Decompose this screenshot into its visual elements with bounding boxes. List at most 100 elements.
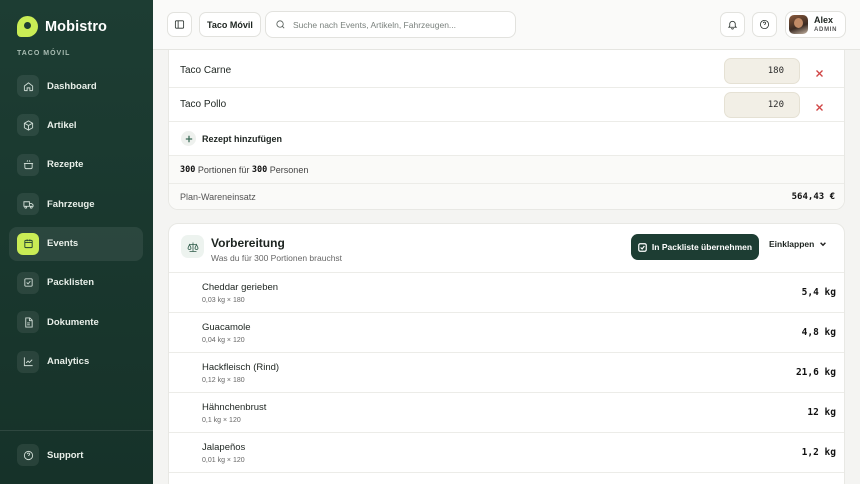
sidebar-item-label: Dashboard: [47, 80, 97, 92]
ingredient-total: 4,8 kg: [801, 327, 836, 338]
ingredient-total: 21,6 kg: [795, 367, 836, 378]
planned-cost-value: 564,43 €: [791, 192, 835, 202]
collapse-label: Einklappen: [769, 239, 815, 249]
search-bar[interactable]: [265, 11, 516, 38]
sidebar-item-fahrzeuge[interactable]: Fahrzeuge: [9, 187, 143, 221]
close-icon: [816, 103, 823, 111]
add-recipe-label: Rezept hinzufügen: [202, 133, 282, 144]
sidebar-item-support[interactable]: Support: [9, 438, 143, 472]
preparation-title: Vorbereitung: [211, 236, 285, 250]
collapse-button[interactable]: Einklappen: [769, 239, 827, 249]
sidebar-item-label: Analytics: [47, 356, 90, 368]
ingredient-formula: 0,01 kg × 120: [202, 457, 245, 464]
sidebar-item-packlisten[interactable]: Packlisten: [9, 266, 143, 300]
scale-icon: [181, 235, 204, 258]
portion-summary: 300 Portionen für 300 Personen: [169, 156, 844, 184]
mobistro-logo-icon: [17, 16, 38, 37]
sidebar-divider: [0, 430, 153, 431]
home-icon: [17, 75, 39, 97]
checklist-icon: [17, 271, 39, 294]
ingredient-name: Guacamole: [202, 322, 251, 333]
recipe-qty-input[interactable]: 120: [724, 91, 800, 118]
planned-cost-label: Plan-Wareneinsatz: [180, 192, 256, 202]
sidebar-item-label: Packlisten: [47, 277, 94, 289]
chevron-down-icon: [820, 242, 827, 247]
recipe-name: Taco Carne: [180, 65, 232, 76]
ingredient-row: Hähnchenbrust 0,1 kg × 120 12 kg: [169, 393, 844, 433]
sidebar-panel-icon: [174, 20, 185, 29]
sidebar-item-label: Support: [47, 449, 84, 461]
workspace-label: TACO MÓVIL: [17, 50, 71, 57]
topbar: Taco Móvil Alex ADMIN: [153, 0, 860, 50]
brand-name: Mobistro: [45, 18, 108, 35]
preparation-header: Vorbereitung Was du für 300 Portionen br…: [169, 224, 844, 273]
close-icon: [816, 69, 823, 77]
ingredient-total: 1,2 kg: [801, 447, 836, 458]
sidebar-item-dashboard[interactable]: Dashboard: [9, 69, 143, 103]
sidebar-item-rezepte[interactable]: Rezepte: [9, 148, 143, 182]
add-to-packlist-button[interactable]: In Packliste übernehmen: [631, 234, 759, 260]
sidebar-item-label: Dokumente: [47, 316, 99, 328]
person-count: 300: [251, 164, 268, 175]
recipe-qty-input[interactable]: 180: [724, 57, 800, 84]
planned-cost-row: Plan-Wareneinsatz 564,43 €: [169, 184, 844, 209]
ingredient-total: 5,4 kg: [801, 287, 836, 298]
sidebar-item-analytics[interactable]: Analytics: [9, 345, 143, 379]
person-label: Personen: [269, 164, 309, 175]
ingredient-row: Jalapeños 0,01 kg × 120 1,2 kg: [169, 433, 844, 473]
chart-icon: [17, 350, 39, 373]
sidebar-item-dokumente[interactable]: Dokumente: [9, 305, 143, 339]
sidebar-support: Support: [9, 438, 143, 477]
recipe-row: Taco Carne 180: [169, 54, 844, 88]
calendar-icon: [17, 232, 39, 255]
user-info: Alex ADMIN: [814, 15, 838, 34]
sidebar-item-label: Artikel: [47, 119, 77, 131]
remove-recipe-button[interactable]: [815, 99, 827, 111]
search-icon: [276, 20, 285, 29]
package-icon: [17, 114, 39, 137]
sidebar-item-label: Fahrzeuge: [47, 198, 95, 210]
breadcrumb[interactable]: Taco Móvil: [199, 12, 261, 37]
checkbox-icon: [638, 242, 647, 252]
ingredient-name: Cheddar gerieben: [202, 282, 279, 293]
portion-count: 300: [180, 164, 196, 175]
preparation-card: Vorbereitung Was du für 300 Portionen br…: [168, 223, 845, 484]
ingredient-row: Hackfleisch (Rind) 0,12 kg × 180 21,6 kg: [169, 353, 844, 393]
user-menu[interactable]: Alex ADMIN: [785, 11, 846, 38]
remove-recipe-button[interactable]: [815, 65, 827, 77]
plus-icon: [181, 131, 196, 146]
pot-icon: [17, 153, 39, 176]
ingredient-name: Hähnchenbrust: [202, 402, 267, 413]
ingredient-row: Guacamole 0,04 kg × 120 4,8 kg: [169, 313, 844, 353]
sidebar: Mobistro TACO MÓVIL Dashboard Artikel Re…: [0, 0, 153, 484]
preparation-subtitle: Was du für 300 Portionen brauchst: [211, 253, 343, 263]
help-button[interactable]: [752, 12, 777, 37]
brand[interactable]: Mobistro: [17, 16, 107, 37]
portion-label: Portionen für: [197, 164, 250, 175]
ingredient-total: 12 kg: [807, 407, 836, 418]
bell-icon: [727, 20, 738, 30]
ingredient-formula: 0,04 kg × 120: [202, 337, 245, 344]
document-icon: [17, 311, 39, 334]
ingredient-name: Jalapeños: [202, 442, 246, 453]
recipe-name: Taco Pollo: [180, 99, 227, 110]
help-icon: [17, 444, 39, 466]
notifications-button[interactable]: [720, 12, 745, 37]
sidebar-nav: Dashboard Artikel Rezepte Fahrzeuge Even…: [9, 69, 143, 384]
help-circle-icon: [759, 19, 770, 30]
ingredient-formula: 0,1 kg × 120: [202, 417, 241, 424]
add-recipe-button[interactable]: Rezept hinzufügen: [169, 122, 844, 156]
toggle-sidebar-button[interactable]: [167, 12, 192, 37]
user-name: Alex: [814, 15, 834, 25]
search-input[interactable]: [293, 19, 503, 30]
user-role: ADMIN: [814, 27, 838, 33]
ingredient-row: Cheddar gerieben 0,03 kg × 180 5,4 kg: [169, 273, 844, 313]
sidebar-item-events[interactable]: Events: [9, 226, 143, 261]
recipe-row: Taco Pollo 120: [169, 88, 844, 122]
sidebar-item-artikel[interactable]: Artikel: [9, 108, 143, 142]
truck-icon: [17, 193, 39, 216]
breadcrumb-item: Taco Móvil: [207, 19, 253, 30]
ingredient-name: Hackfleisch (Rind): [202, 362, 280, 373]
ingredient-formula: 0,03 kg × 180: [202, 297, 245, 304]
ingredient-formula: 0,12 kg × 180: [202, 377, 245, 384]
